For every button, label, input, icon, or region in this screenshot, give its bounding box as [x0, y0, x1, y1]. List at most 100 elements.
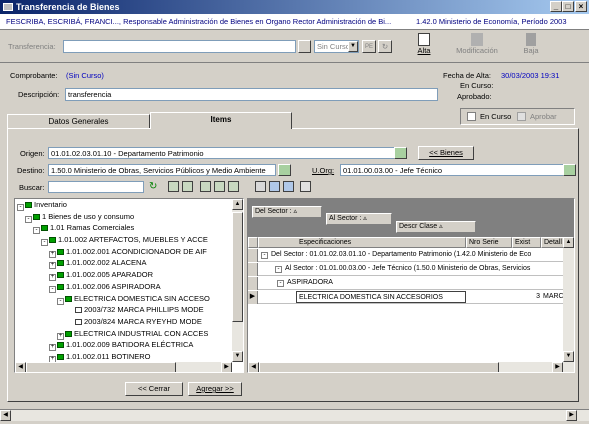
- grid-row-group3[interactable]: - ASPIRADORA: [248, 277, 574, 290]
- tree-node[interactable]: + ELECTRICA INDUSTRIAL CON ACCES: [17, 329, 233, 340]
- col-header-spec[interactable]: Especificaciones: [258, 237, 466, 248]
- tree-scroll-right[interactable]: ▶: [221, 362, 232, 372]
- tree-node[interactable]: +1.01.002.002 ALACENA: [17, 259, 233, 270]
- tree-vscroll[interactable]: ▲ ▼: [232, 199, 243, 362]
- grid-scroll-up[interactable]: ▲: [563, 237, 574, 248]
- tab-datos-generales[interactable]: Datos Generales: [7, 114, 150, 128]
- collapse-icon[interactable]: -: [25, 215, 32, 223]
- tree-icon-5[interactable]: [228, 181, 239, 192]
- uorg-lookup-button[interactable]: [563, 164, 576, 176]
- inventory-tree[interactable]: - Inventario -1 Bienes de uso y consumo -1.…: [14, 198, 244, 373]
- grid-hscroll-thumb[interactable]: [259, 362, 499, 372]
- aprobar-checkbox[interactable]: [517, 112, 526, 121]
- cell-exist[interactable]: 3: [512, 291, 540, 303]
- transfer-lookup-button[interactable]: [298, 40, 311, 53]
- tree-node[interactable]: - 1.01 Ramas Comerciales: [17, 224, 233, 235]
- transfer-input[interactable]: [63, 40, 296, 53]
- collapse-icon[interactable]: -: [41, 239, 48, 247]
- tree-scroll-up[interactable]: ▲: [232, 199, 243, 210]
- print-icon[interactable]: [255, 181, 266, 192]
- tree-node[interactable]: - Inventario: [17, 200, 233, 211]
- refresh-icon[interactable]: ↻: [149, 181, 161, 193]
- origen-lookup-button[interactable]: [394, 147, 407, 159]
- buscar-input[interactable]: [48, 181, 144, 193]
- group-del-sector[interactable]: Del Sector : ▵: [252, 206, 322, 218]
- tree-icon-1[interactable]: [168, 181, 179, 192]
- descripcion-input[interactable]: transferencia: [65, 88, 438, 101]
- collapse-icon[interactable]: -: [49, 285, 56, 293]
- grid-vscroll[interactable]: ▲ ▼: [563, 237, 574, 362]
- pdf-button[interactable]: PE: [362, 40, 376, 53]
- tree-hscroll[interactable]: ◀ ▶: [15, 362, 232, 372]
- tree-node[interactable]: +1.01.002.011 BOTINERO: [17, 352, 233, 363]
- collapse-icon[interactable]: -: [17, 204, 24, 211]
- agregar-button[interactable]: Agregar >>: [188, 382, 242, 396]
- grid-scroll-left[interactable]: ◀: [248, 362, 259, 372]
- tree-icon-3[interactable]: [200, 181, 211, 192]
- items-grid[interactable]: Del Sector : ▵ Al Sector : ▵ Descr Clase…: [247, 198, 575, 373]
- filter-icon[interactable]: [300, 181, 311, 192]
- tree-scroll-left[interactable]: ◀: [15, 362, 26, 372]
- baja-button[interactable]: Baja: [520, 33, 542, 61]
- window-scroll-right[interactable]: ▶: [566, 410, 577, 421]
- destino-input[interactable]: 1.50.0 Ministerio de Obras, Servicios Pú…: [48, 164, 276, 176]
- group1-collapse-icon[interactable]: -: [261, 252, 268, 259]
- tree-node[interactable]: - ELECTRICA DOMESTICA SIN ACCESO: [17, 294, 233, 305]
- tree-node[interactable]: +1.01.002.001 ACONDICIONADOR DE AIF: [17, 247, 233, 258]
- expand-icon[interactable]: +: [57, 332, 64, 340]
- tree-node[interactable]: - 1 Bienes de uso y consumo: [17, 212, 233, 223]
- table-row[interactable]: ▶ ELECTRICA DOMESTICA SIN ACCESORIOS 3 M…: [248, 291, 574, 304]
- expand-icon[interactable]: +: [49, 250, 56, 258]
- expand-icon[interactable]: +: [49, 344, 56, 352]
- maximize-button[interactable]: □: [562, 1, 574, 12]
- tree-hscroll-thumb[interactable]: [26, 362, 176, 372]
- grid-scroll-right[interactable]: ▶: [552, 362, 563, 372]
- origen-input[interactable]: 01.01.02.03.01.10 - Departamento Patrimo…: [48, 147, 395, 159]
- group3-collapse-icon[interactable]: -: [277, 280, 284, 287]
- tree-node[interactable]: - 1.01.002.006 ASPIRADORA: [17, 282, 233, 293]
- expand-icon[interactable]: +: [49, 274, 56, 282]
- expand-icon[interactable]: +: [49, 262, 56, 270]
- preview-icon[interactable]: [269, 181, 280, 192]
- uorg-label: U.Org:: [312, 166, 335, 175]
- bienes-button[interactable]: << Bienes: [418, 146, 474, 160]
- tree-icon-2[interactable]: [182, 181, 193, 192]
- col-header-exist[interactable]: Exist: [512, 237, 541, 248]
- group2-collapse-icon[interactable]: -: [275, 266, 282, 273]
- status-dropdown-button[interactable]: ▼: [348, 41, 358, 52]
- window-scroll-left[interactable]: ◀: [0, 410, 11, 421]
- collapse-icon[interactable]: -: [33, 227, 40, 235]
- close-button[interactable]: ×: [575, 1, 587, 12]
- tree-node[interactable]: 2003/824 MARCA RYEYHD MODE: [17, 317, 233, 327]
- col-header-serie[interactable]: Nro Serie: [466, 237, 512, 248]
- alta-button[interactable]: Alta: [412, 33, 436, 61]
- group-al-sector[interactable]: Al Sector : ▵: [326, 213, 392, 225]
- minimize-button[interactable]: _: [550, 1, 562, 12]
- group3-text: ASPIRADORA: [287, 279, 333, 286]
- collapse-icon[interactable]: -: [57, 297, 64, 305]
- grid-scroll-down[interactable]: ▼: [563, 351, 574, 362]
- tree-scroll-down[interactable]: ▼: [232, 351, 243, 362]
- tree-icon-4[interactable]: [214, 181, 225, 192]
- destino-lookup-button[interactable]: [278, 164, 291, 176]
- grid-row-group2[interactable]: - Al Sector : 01.01.00.03.00 - Jefe Técn…: [248, 263, 574, 276]
- export-icon[interactable]: [283, 181, 294, 192]
- refresh-button[interactable]: ↻: [378, 40, 392, 53]
- cell-detalle[interactable]: MARC: [543, 291, 564, 303]
- tree-node[interactable]: +1.01.002.005 APARADOR: [17, 270, 233, 282]
- window-hscroll[interactable]: ◀ ▶: [0, 409, 589, 421]
- uorg-input[interactable]: 01.01.00.03.00 - Jefe Técnico: [340, 164, 565, 176]
- tree-node[interactable]: +1.01.002.009 BATIDORA ELÉCTRICA: [17, 341, 233, 352]
- modificacion-button[interactable]: Modificación: [454, 33, 500, 61]
- tree-scroll-thumb[interactable]: [232, 212, 243, 322]
- checks-box: En Curso Aprobar: [460, 108, 575, 125]
- grid-hscroll[interactable]: ◀ ▶: [248, 362, 574, 372]
- tab-items[interactable]: Items: [150, 112, 292, 129]
- tree-node[interactable]: 2003/732 MARCA PHILLIPS MODE: [17, 305, 233, 315]
- cell-spec[interactable]: ELECTRICA DOMESTICA SIN ACCESORIOS: [296, 291, 466, 303]
- grid-row-group1[interactable]: - Del Sector : 01.01.02.03.01.10 - Depar…: [248, 249, 574, 262]
- cerrar-button[interactable]: << Cerrar: [125, 382, 183, 396]
- tree-node[interactable]: - 1.01.002 ARTEFACTOS, MUEBLES Y ACCE: [17, 235, 233, 247]
- en-curso-checkbox[interactable]: [467, 112, 476, 121]
- group-descr-clase[interactable]: Descr Clase ▵: [396, 221, 476, 233]
